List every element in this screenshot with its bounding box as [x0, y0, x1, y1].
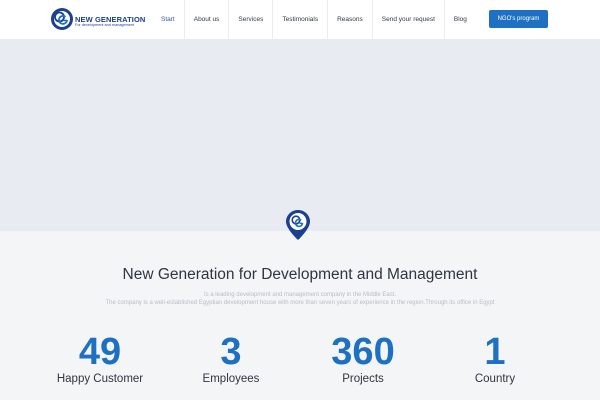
hero-banner	[0, 39, 600, 231]
main-nav: Start About us Services Testimonials Rea…	[152, 0, 476, 39]
intro-description-line-1: Is a leading development and management …	[203, 292, 397, 298]
stat-label: Happy Customer	[56, 373, 144, 385]
stat-value: 360	[331, 331, 395, 373]
site-header: NEW GENERATION For development and manag…	[0, 0, 600, 39]
stat-happy-customer: 49 Happy Customer	[30, 332, 170, 386]
stat-value: 3	[220, 331, 242, 373]
stat-projects: 360 Projects	[293, 332, 433, 386]
ngo-program-button[interactable]: NGO's program	[489, 10, 548, 28]
brand-logo[interactable]: NEW GENERATION For development and manag…	[50, 7, 145, 33]
nav-blog[interactable]: Blog	[445, 0, 476, 39]
location-pin-icon	[286, 210, 310, 240]
nav-testimonials[interactable]: Testimonials	[273, 0, 329, 39]
stat-value: 49	[78, 331, 122, 373]
nav-about-us[interactable]: About us	[185, 0, 230, 39]
nav-start[interactable]: Start	[152, 0, 185, 39]
stat-value: 1	[484, 331, 506, 373]
stat-employees: 3 Employees	[161, 332, 301, 386]
stat-label: Projects	[342, 373, 384, 385]
nav-reasons[interactable]: Reasons	[328, 0, 373, 39]
intro-description-line-2: The company is a well-established Egypti…	[105, 300, 495, 306]
brand-subtitle: For development and management	[75, 23, 135, 27]
stat-label: Country	[474, 373, 516, 385]
nav-send-request[interactable]: Send your request	[373, 0, 445, 39]
intro-title: New Generation for Development and Manag…	[122, 266, 478, 283]
ng-logo-icon	[51, 8, 73, 30]
stat-country: 1 Country	[425, 332, 565, 386]
nav-services[interactable]: Services	[229, 0, 274, 39]
stat-label: Employees	[202, 373, 260, 385]
